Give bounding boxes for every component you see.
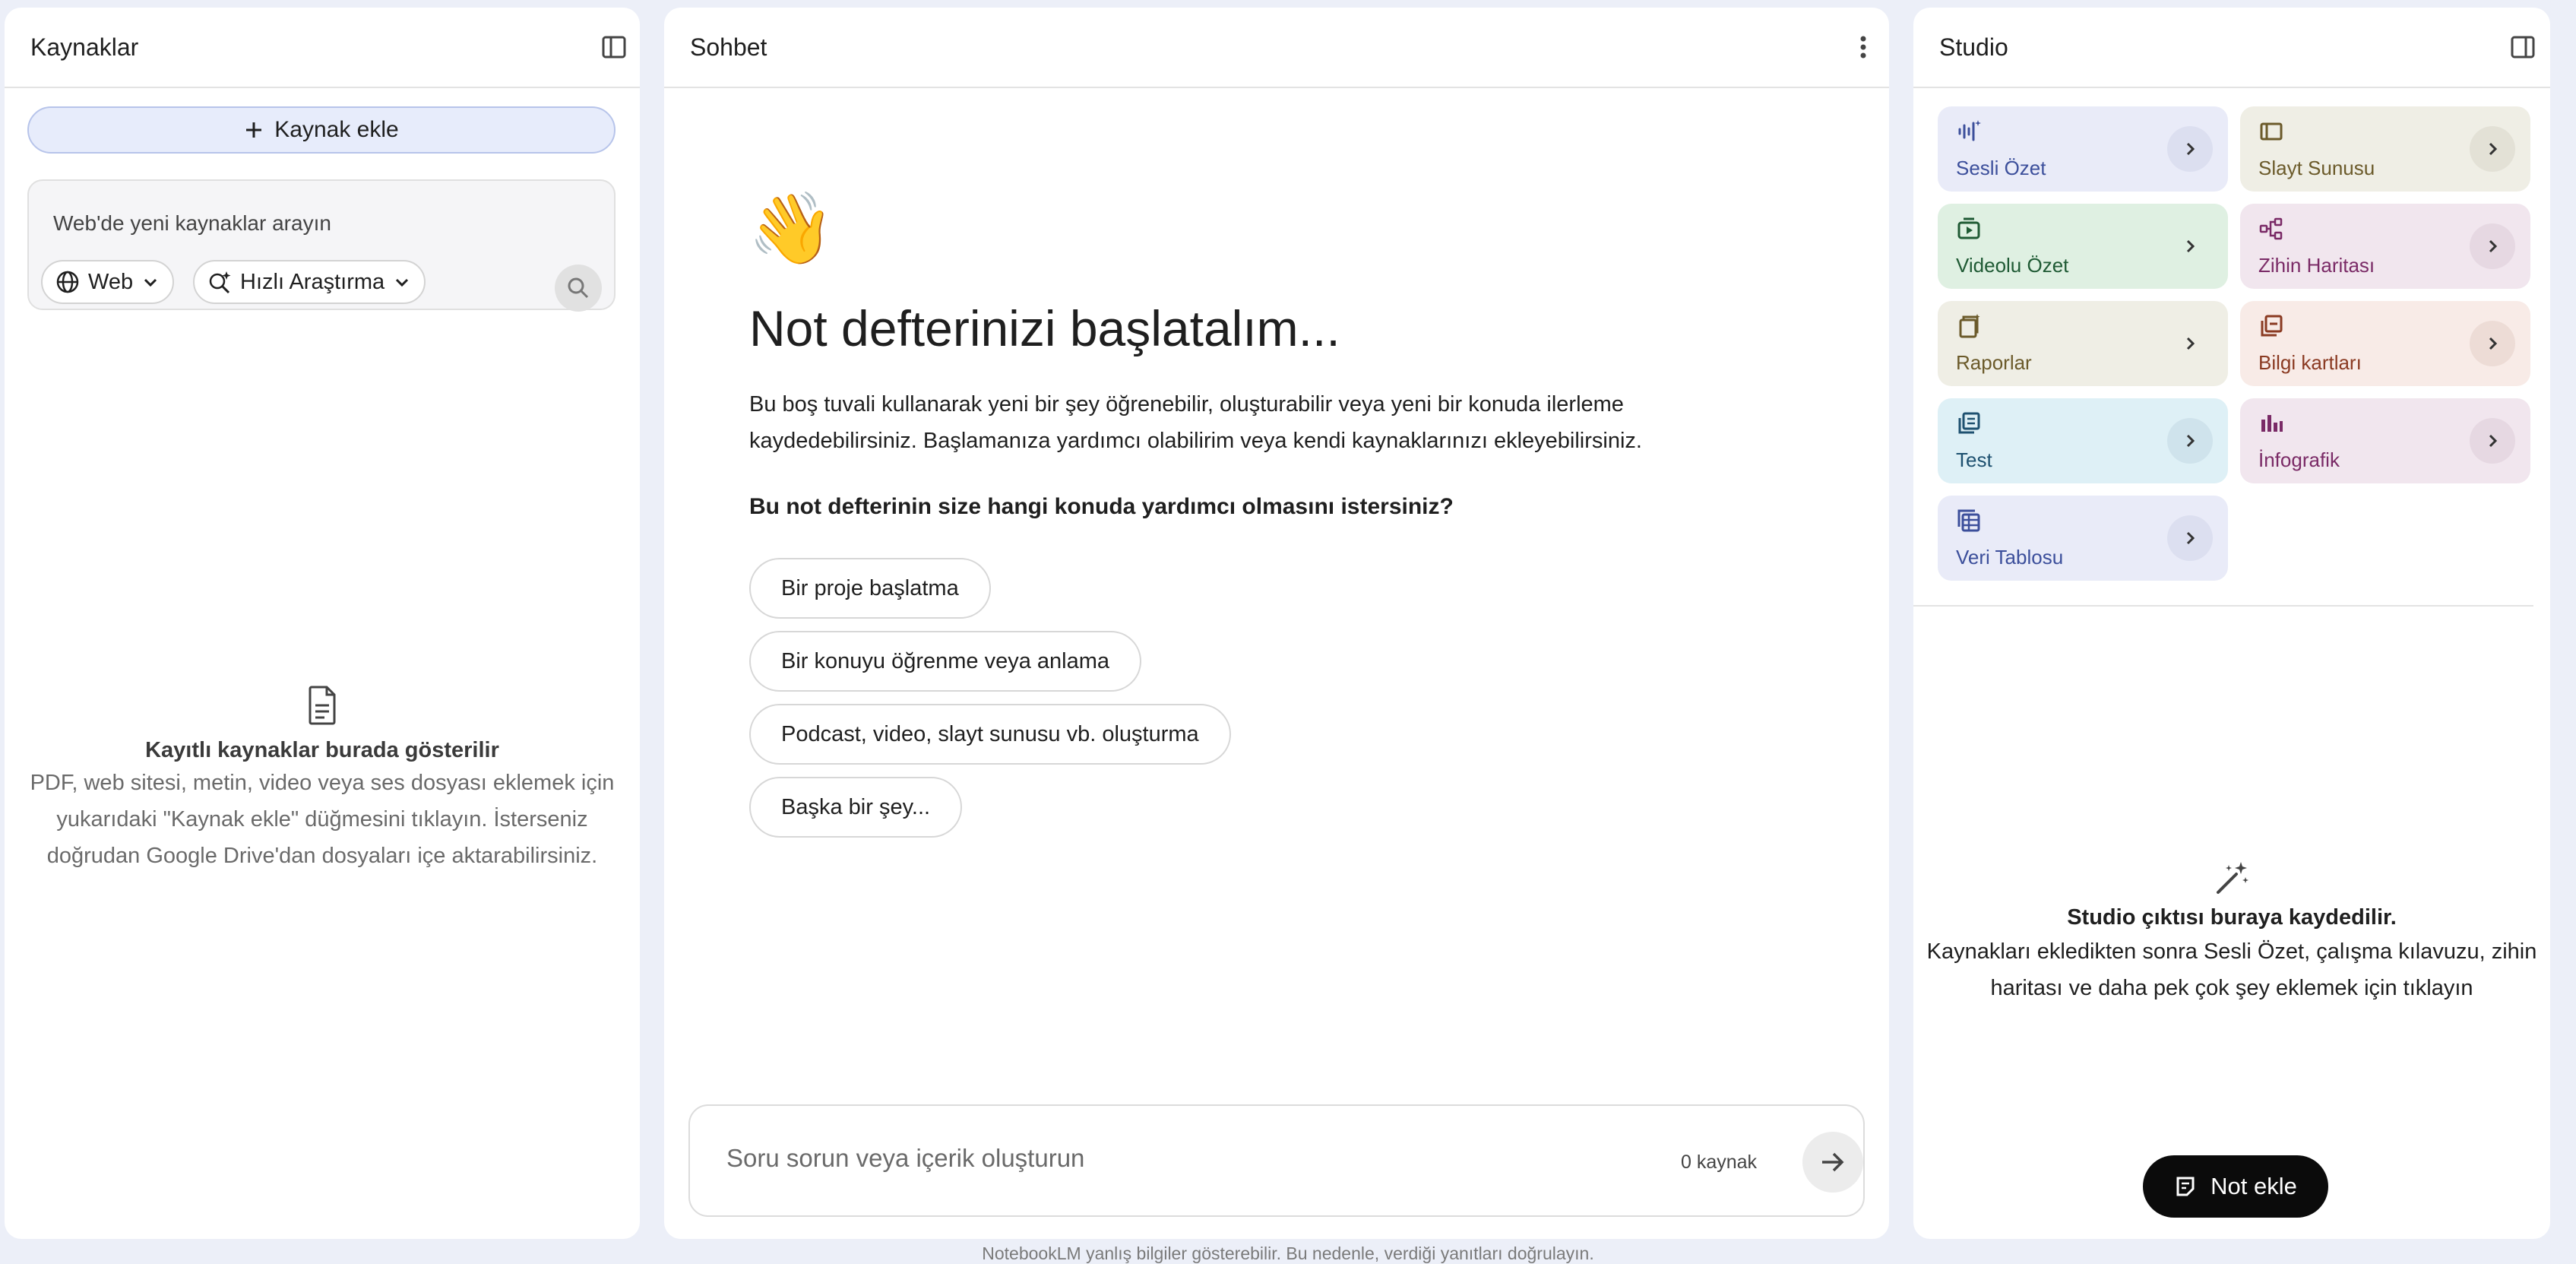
web-chip[interactable]: Web	[41, 260, 175, 304]
web-chip-label: Web	[88, 269, 134, 294]
sources-empty-desc-1: PDF, web sitesi, metin, video veya ses d…	[30, 771, 615, 795]
data-table-icon	[1957, 509, 1980, 532]
chat-title: Sohbet	[690, 33, 767, 61]
chat-header: Sohbet	[664, 8, 1889, 88]
suggestion-chip[interactable]: Başka bir şey...	[749, 777, 963, 838]
mind-map-icon	[2259, 217, 2283, 240]
chevron-right-icon[interactable]	[2470, 126, 2515, 172]
studio-card-slides[interactable]: Slayt Sunusu	[2240, 106, 2530, 192]
chevron-down-icon	[396, 278, 409, 287]
studio-card-flashcards[interactable]: Bilgi kartları	[2240, 301, 2530, 386]
studio-card-infographic[interactable]: İnfografik	[2240, 398, 2530, 483]
chat-question: Bu not defterinin size hangi konuda yard…	[749, 494, 1454, 519]
chevron-right-icon[interactable]	[2167, 223, 2213, 269]
infographic-icon	[2261, 415, 2283, 432]
studio-card-label: Raporlar	[1956, 351, 2032, 374]
chat-intro-line-1: Bu boş tuvali kullanarak yeni bir şey öğ…	[749, 392, 1624, 417]
collapse-panel-icon[interactable]	[599, 32, 629, 62]
chat-panel: Sohbet 👋 Not defterinizi başlatalım... B…	[664, 8, 1889, 1239]
studio-empty-title: Studio çıktısı buraya kaydedilir.	[2067, 905, 2397, 930]
sources-title: Kaynaklar	[30, 33, 139, 61]
studio-card-video-overview[interactable]: Videolu Özet	[1938, 204, 2228, 289]
studio-card-mind-map[interactable]: Zihin Haritası	[2240, 204, 2530, 289]
globe-icon	[56, 271, 79, 293]
waving-hand-emoji: 👋	[748, 190, 835, 268]
chevron-right-icon[interactable]	[2167, 126, 2213, 172]
quiz-icon	[1958, 412, 1980, 434]
chevron-right-icon[interactable]	[2167, 515, 2213, 561]
chat-intro-line-2: kaydedebilirsiniz. Başlamanıza yardımcı …	[749, 429, 1642, 453]
studio-title: Studio	[1939, 33, 2008, 61]
add-source-label: Kaynak ekle	[274, 117, 399, 142]
suggestion-chip[interactable]: Bir proje başlatma	[749, 558, 991, 619]
studio-card-label: Test	[1956, 448, 1992, 471]
sources-empty-desc-2: yukarıdaki "Kaynak ekle" düğmesini tıkla…	[56, 807, 588, 832]
search-icon	[568, 277, 589, 299]
studio-card-reports[interactable]: Raporlar	[1938, 301, 2228, 386]
studio-card-audio-overview[interactable]: Sesli Özet	[1938, 106, 2228, 192]
chat-input-box[interactable]: Soru sorun veya içerik oluşturun 0 kayna…	[688, 1104, 1865, 1217]
studio-card-label: İnfografik	[2258, 448, 2340, 471]
chevron-right-icon[interactable]	[2470, 223, 2515, 269]
studio-card-label: Veri Tablosu	[1956, 546, 2064, 569]
studio-card-label: Zihin Haritası	[2258, 254, 2375, 277]
collapse-panel-icon[interactable]	[2508, 32, 2538, 62]
chevron-right-icon[interactable]	[2470, 418, 2515, 464]
chat-intro: Bu boş tuvali kullanarak yeni bir şey öğ…	[749, 386, 1699, 459]
web-source-search: Web'de yeni kaynaklar arayın Web Hızlı A…	[27, 179, 616, 312]
studio-card-quiz[interactable]: Test	[1938, 398, 2228, 483]
suggestion-chip[interactable]: Podcast, video, slayt sunusu vb. oluştur…	[749, 704, 1231, 765]
sources-panel: Kaynaklar Kaynak ekle Web'de yeni kaynak…	[5, 8, 640, 1239]
fast-research-label: Hızlı Araştırma	[240, 269, 385, 294]
suggestion-chip[interactable]: Bir konuyu öğrenme veya anlama	[749, 631, 1142, 692]
chat-input-placeholder[interactable]: Soru sorun veya içerik oluşturun	[726, 1144, 1084, 1173]
research-sparkle-icon	[209, 271, 231, 294]
chevron-right-icon[interactable]	[2167, 321, 2213, 366]
sources-empty-desc-3: doğrudan Google Drive'dan dosyaları içe …	[46, 844, 598, 868]
reports-icon	[1959, 314, 1980, 338]
studio-card-label: Videolu Özet	[1956, 254, 2069, 277]
studio-card-label: Bilgi kartları	[2258, 351, 2362, 374]
flashcards-icon	[2261, 315, 2283, 337]
fast-research-chip[interactable]: Hızlı Araştırma	[193, 260, 426, 304]
note-icon	[2176, 1177, 2195, 1196]
studio-card-label: Sesli Özet	[1956, 157, 2046, 179]
web-search-input[interactable]: Web'de yeni kaynaklar arayın	[53, 211, 331, 236]
studio-panel: Studio Sesli Özet Slayt Sunusu Videolu Ö…	[1913, 8, 2550, 1239]
magic-wand-icon	[2217, 862, 2248, 894]
studio-card-label: Slayt Sunusu	[2258, 157, 2375, 179]
more-options-icon[interactable]	[1848, 32, 1878, 62]
chat-heading: Not defterinizi başlatalım...	[749, 300, 1340, 356]
arrow-right-icon	[1822, 1152, 1844, 1172]
source-count: 0 kaynak	[1681, 1152, 1758, 1173]
studio-empty-desc-2: haritası ve daha pek çok şey eklemek içi…	[1990, 976, 2473, 1000]
studio-card-data-table[interactable]: Veri Tablosu	[1938, 496, 2228, 581]
sources-empty-state: Kayıtlı kaynaklar burada gösterilir PDF,…	[5, 684, 640, 874]
studio-empty-state: Studio çıktısı buraya kaydedilir. Kaynak…	[1913, 859, 2550, 1006]
studio-divider	[1913, 605, 2533, 607]
chevron-right-icon[interactable]	[2167, 418, 2213, 464]
add-note-button[interactable]: Not ekle	[2143, 1155, 2328, 1218]
document-icon	[309, 686, 336, 725]
sources-header: Kaynaklar	[5, 8, 640, 88]
disclaimer-text: NotebookLM yanlış bilgiler gösterebilir.…	[982, 1243, 1594, 1263]
slides-icon	[2260, 122, 2283, 141]
sources-empty-title: Kayıtlı kaynaklar burada gösterilir	[145, 738, 499, 762]
video-icon	[1957, 217, 1980, 239]
plus-icon	[246, 122, 262, 138]
studio-empty-desc-1: Kaynakları ekledikten sonra Sesli Özet, …	[1926, 939, 2537, 964]
add-source-button[interactable]: Kaynak ekle	[27, 106, 616, 154]
studio-header: Studio	[1913, 8, 2550, 88]
audio-waveform-icon	[1958, 120, 1981, 141]
send-button[interactable]	[1802, 1132, 1863, 1193]
chevron-right-icon[interactable]	[2470, 321, 2515, 366]
chevron-down-icon	[144, 278, 157, 287]
search-submit-button[interactable]	[555, 265, 602, 312]
add-note-label: Not ekle	[2210, 1173, 2297, 1199]
